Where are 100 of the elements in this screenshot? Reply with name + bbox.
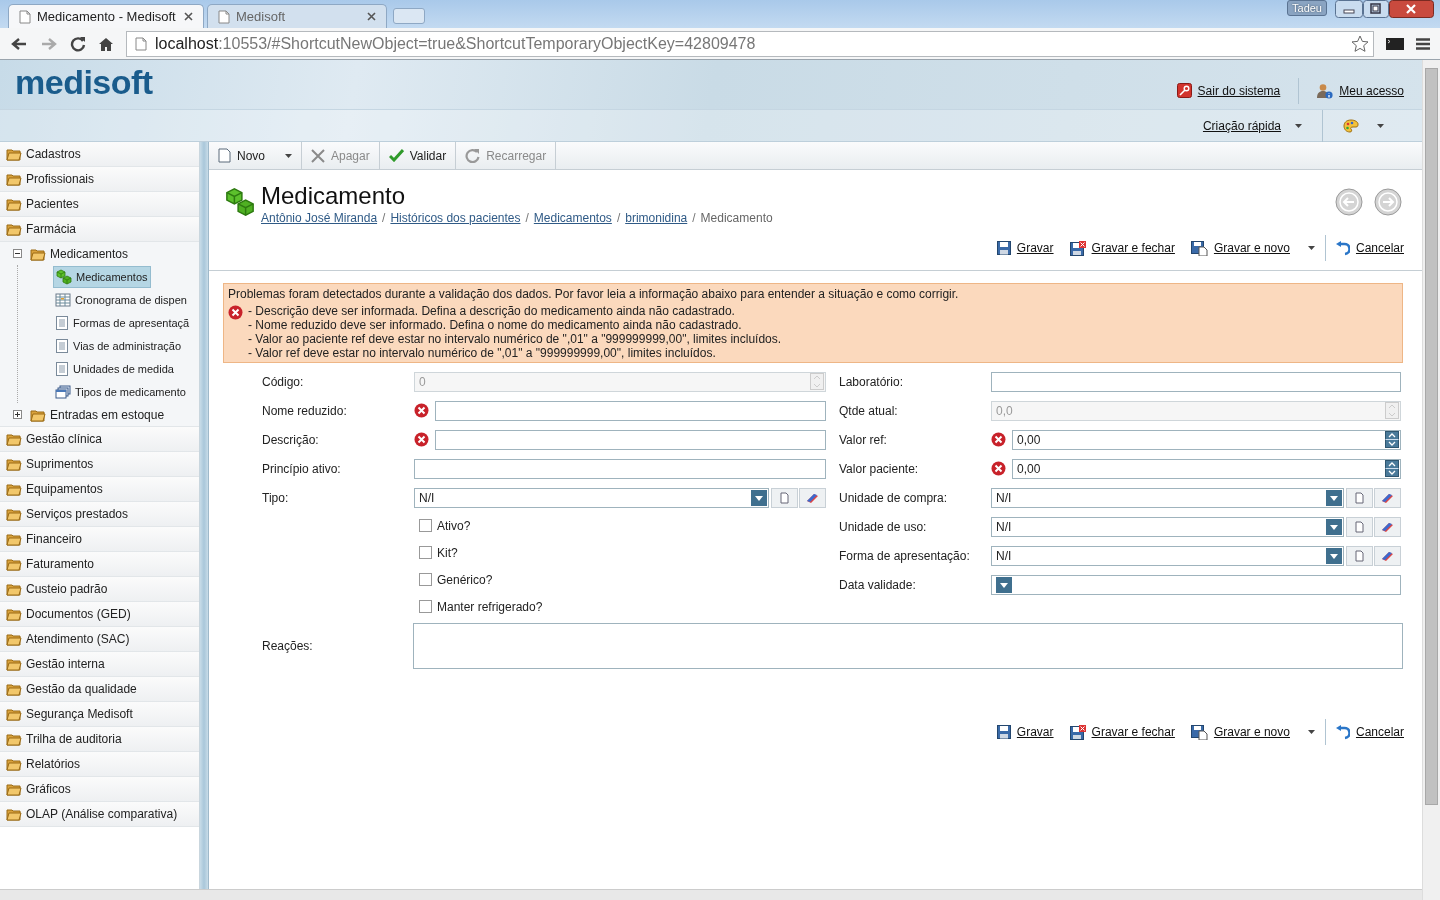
dropdown-field[interactable]: N/I [991,516,1344,537]
eraser-icon[interactable] [799,487,826,508]
home-icon[interactable] [98,35,114,52]
url-text: localhost:10553/#ShortcutNewObject=true&ShortcutTemporaryObjectKey=42809478 [155,34,757,53]
tree-item[interactable]: Cronograma de dispen [53,289,189,310]
reload-icon[interactable] [70,35,86,52]
header-link[interactable]: Meu acesso [1317,82,1404,99]
validation-summary: Problemas foram detectados durante a validação dos dados. Por favor leia a informação abaixo para entender a situação e como corrigir. [228,287,960,301]
dropdown-icon[interactable] [1326,489,1342,506]
field-label: Descrição: [262,432,320,447]
field-label: Forma de apresentação: [839,548,971,563]
back-icon[interactable] [10,35,28,52]
spin-field[interactable]: 0,00 [1012,458,1401,479]
dropdown-icon[interactable] [996,576,1012,593]
folder-icon [6,607,22,621]
scrollbar[interactable] [1422,60,1440,900]
action-link[interactable]: Gravar e novo [1190,240,1315,256]
dropdown-icon[interactable] [1326,518,1342,535]
text-field[interactable] [435,429,826,450]
checkmark-icon [388,149,404,162]
text-field[interactable] [414,458,826,479]
scrollbar[interactable] [0,889,1422,900]
spinner-icon[interactable] [1385,431,1399,448]
action-link[interactable]: Gravar e fechar [1069,240,1175,256]
breadcrumb-link[interactable]: brimonidina [625,211,688,225]
tree-item[interactable]: Unidades de medida [53,358,176,379]
date-field[interactable] [991,574,1401,595]
address-field[interactable]: localhost:10553/#ShortcutNewObject=true&ShortcutTemporaryObjectKey=42809478 [126,30,1374,57]
error-message: - Descrição deve ser informada. Defina a descrição do medicamento ainda não cadastrado. [248,304,736,318]
breadcrumb-separator: / [525,211,529,225]
breadcrumb-link[interactable]: Antônio José Miranda [261,211,378,225]
floppy-document-icon [1190,240,1208,256]
action-link[interactable]: Gravar e fechar [1069,724,1175,740]
close-icon[interactable] [184,12,193,21]
floppy-icon [996,725,1011,739]
spinner-icon[interactable] [1385,460,1399,477]
tree-item[interactable]: Formas de apresentaçã [53,312,192,333]
toolbar-button[interactable]: Validar [379,142,457,169]
dropdown-icon[interactable] [1326,547,1342,564]
page-icon [19,9,31,24]
text-field[interactable] [435,400,826,421]
tree-item[interactable]: Medicamentos [53,265,151,288]
caret-icon [1307,730,1315,734]
menu-icon[interactable] [1416,37,1430,50]
action-link[interactable]: Gravar e novo [1190,724,1315,740]
tree-item[interactable]: Entradas em estoque [26,404,169,425]
star-icon[interactable] [1351,34,1369,53]
checkbox[interactable]: Kit? [419,545,458,560]
logo: medisoft [15,63,153,102]
minimize-icon[interactable] [1335,0,1363,18]
folder-icon [6,732,22,746]
dropdown-field[interactable]: N/I [991,545,1344,566]
breadcrumb-link[interactable]: Históricos dos pacientes [390,211,521,225]
toolbar-button[interactable]: Novo [209,142,302,169]
maximize-icon[interactable] [1363,0,1389,18]
checkbox[interactable]: Genérico? [419,572,493,587]
folder-icon [6,632,22,646]
text-field[interactable] [991,371,1401,392]
eraser-icon[interactable] [1374,516,1401,537]
breadcrumb-current: Medicamento [700,211,773,225]
dropdown-field[interactable]: N/I [991,487,1344,508]
tree-item[interactable]: Medicamentos [26,243,133,264]
dropdown-icon[interactable] [751,489,767,506]
caret-icon [1377,124,1384,128]
terminal-icon[interactable] [1386,36,1404,51]
folder-icon [6,222,22,236]
field-label: Nome reduzido: [262,403,348,418]
theme-menu[interactable] [1343,119,1384,133]
browser-tab[interactable]: Medicamento - Medisoft [8,4,204,28]
user-icon [1317,82,1334,99]
tree-item[interactable]: Tipos de medicamento [53,381,188,402]
document-icon [55,360,69,377]
expand-icon[interactable] [13,410,22,419]
header-link[interactable]: Sair do sistema [1176,83,1281,98]
eraser-icon[interactable] [1374,487,1401,508]
action-link[interactable]: Gravar [996,725,1054,739]
quick-create-menu[interactable]: Criação rápida [1202,119,1302,133]
error-icon [991,461,1006,476]
action-link[interactable]: Cancelar [1335,724,1404,740]
folder-icon [6,707,22,721]
checkbox[interactable]: Ativo? [419,518,471,533]
eraser-icon[interactable] [1374,545,1401,566]
collapse-icon[interactable] [13,249,22,258]
tree-item[interactable]: Vias de administração [53,335,184,356]
error-icon [991,432,1006,447]
close-icon[interactable] [1389,0,1434,18]
palette-icon [1343,119,1359,133]
folder-icon [30,246,46,261]
action-link[interactable]: Cancelar [1335,240,1404,256]
checkbox[interactable]: Manter refrigerado? [419,599,543,614]
action-link[interactable]: Gravar [996,241,1054,255]
folder-icon [6,507,22,521]
splitter-handle[interactable] [200,142,208,889]
floppy-icon [996,241,1011,255]
field-label: Valor paciente: [839,461,920,476]
browser-tab[interactable]: Medisoft [207,4,387,28]
breadcrumb-link[interactable]: Medicamentos [533,211,612,225]
spin-field[interactable]: 0,00 [1012,429,1401,450]
close-icon[interactable] [367,12,376,21]
dropdown-field[interactable]: N/I [414,487,769,508]
